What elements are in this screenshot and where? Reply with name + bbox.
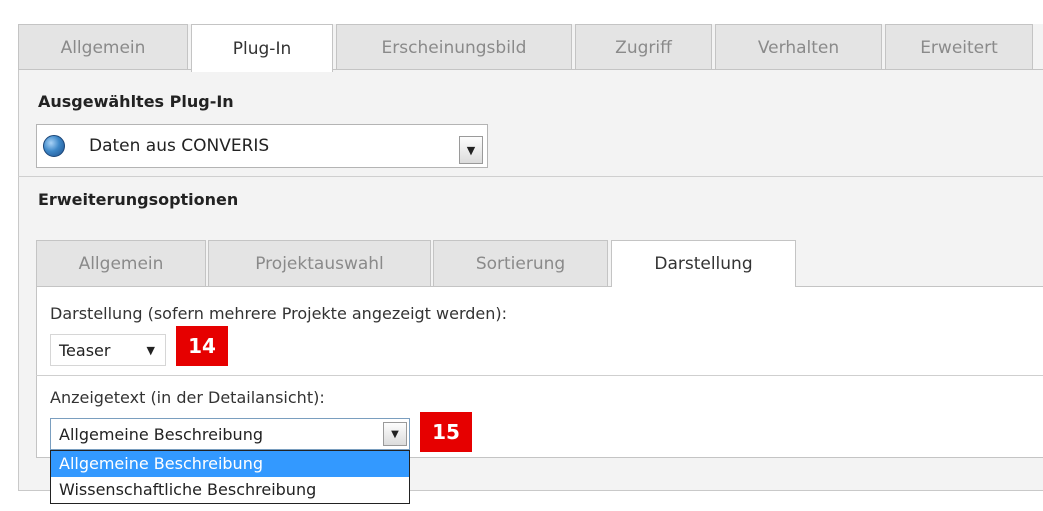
subtab-sortierung[interactable]: Sortierung bbox=[433, 240, 608, 286]
plugin-select[interactable]: Daten aus CONVERIS ▼ bbox=[36, 124, 488, 168]
subtab-projektauswahl[interactable]: Projektauswahl bbox=[208, 240, 431, 286]
dropdown-option-allgemeine[interactable]: Allgemeine Beschreibung bbox=[51, 451, 409, 477]
divider bbox=[36, 375, 1043, 376]
tab-allgemein[interactable]: Allgemein bbox=[18, 24, 188, 70]
plugin-select-value: Daten aus CONVERIS bbox=[89, 136, 270, 156]
subtab-label: Projektauswahl bbox=[255, 253, 384, 274]
anzeigetext-dropdown-list: Allgemeine Beschreibung Wissenschaftlich… bbox=[50, 450, 410, 504]
globe-icon bbox=[43, 135, 65, 157]
top-tab-bar: Allgemein Plug-In Erscheinungsbild Zugri… bbox=[18, 24, 1043, 72]
tab-underline bbox=[18, 69, 1043, 70]
tab-label: Allgemein bbox=[60, 37, 146, 58]
darstellung-label: Darstellung (sofern mehrere Projekte ang… bbox=[50, 304, 508, 323]
tab-label: Verhalten bbox=[757, 37, 840, 58]
tab-label: Plug-In bbox=[232, 38, 292, 59]
callout-badge-15: 15 bbox=[420, 412, 472, 452]
anzeigetext-label: Anzeigetext (in der Detailansicht): bbox=[50, 388, 325, 407]
section-label-plugin: Ausgewähltes Plug-In bbox=[38, 92, 234, 111]
tab-erscheinungsbild[interactable]: Erscheinungsbild bbox=[336, 24, 572, 70]
subtab-darstellung[interactable]: Darstellung bbox=[611, 240, 796, 287]
tab-label: Erscheinungsbild bbox=[381, 37, 527, 58]
tab-erweitert[interactable]: Erweitert bbox=[885, 24, 1033, 70]
divider bbox=[18, 176, 1043, 177]
tab-zugriff[interactable]: Zugriff bbox=[575, 24, 712, 70]
anzeigetext-select-value: Allgemeine Beschreibung bbox=[59, 424, 263, 444]
subtab-label: Darstellung bbox=[654, 254, 753, 274]
tab-label: Erweitert bbox=[920, 37, 998, 58]
callout-badge-14: 14 bbox=[176, 326, 228, 366]
subtab-label: Allgemein bbox=[78, 253, 164, 274]
dropdown-option-wissenschaftliche[interactable]: Wissenschaftliche Beschreibung bbox=[51, 477, 409, 503]
chevron-down-icon: ▼ bbox=[146, 343, 155, 357]
tab-plug-in[interactable]: Plug-In bbox=[191, 24, 333, 72]
chevron-down-icon[interactable]: ▼ bbox=[459, 136, 483, 164]
tab-verhalten[interactable]: Verhalten bbox=[715, 24, 882, 70]
darstellung-select-value: Teaser bbox=[59, 340, 111, 360]
subtab-allgemein[interactable]: Allgemein bbox=[36, 240, 206, 286]
anzeigetext-select[interactable]: Allgemeine Beschreibung ▼ bbox=[50, 418, 410, 450]
subtab-label: Sortierung bbox=[475, 253, 566, 274]
sub-tab-bar: Allgemein Projektauswahl Sortierung Dars… bbox=[36, 240, 1043, 287]
darstellung-select[interactable]: Teaser ▼ bbox=[50, 334, 166, 366]
tab-label: Zugriff bbox=[615, 37, 672, 58]
section-label-extension: Erweiterungsoptionen bbox=[38, 190, 239, 209]
chevron-down-icon[interactable]: ▼ bbox=[383, 422, 407, 446]
